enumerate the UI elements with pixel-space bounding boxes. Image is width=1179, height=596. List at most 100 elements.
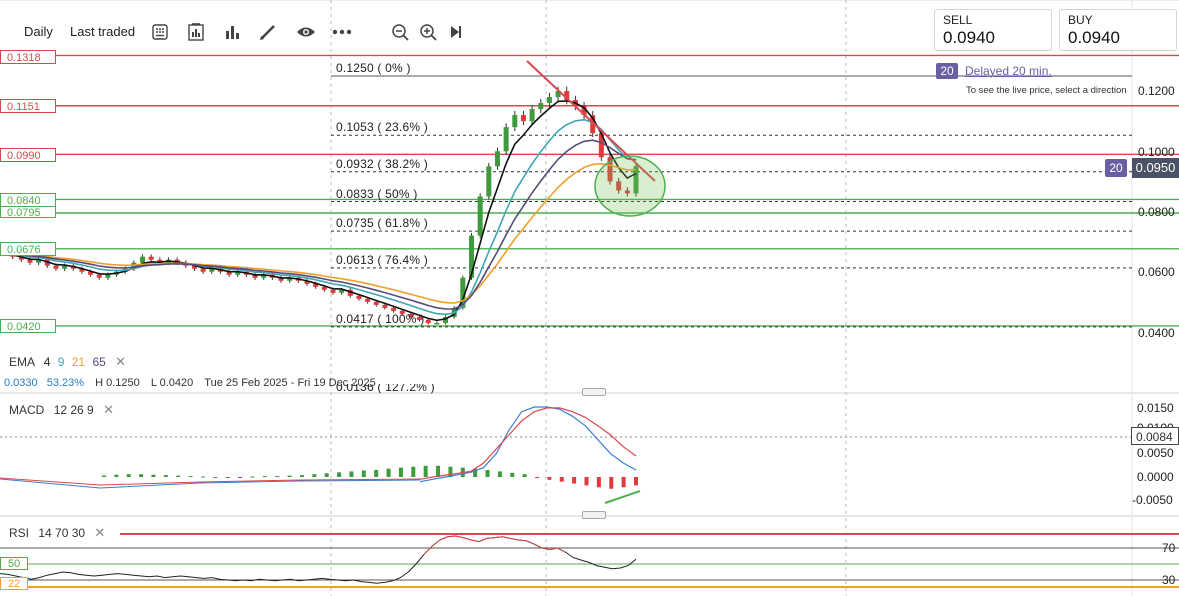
macd-histogram-bar <box>386 468 391 477</box>
candle-body <box>503 127 509 152</box>
candle-body <box>546 97 552 104</box>
buy-price: 0.0940 <box>1068 28 1120 47</box>
macd-histogram-bar <box>510 472 515 477</box>
change-percent: 53.23% <box>46 377 85 389</box>
ema4-line <box>3 100 637 322</box>
pane-resize-handle[interactable] <box>582 388 606 396</box>
macd-histogram-bar <box>225 477 230 478</box>
macd-tick: 0.0050 <box>1137 446 1174 460</box>
macd-histogram-bar <box>151 474 156 477</box>
macd-histogram-bar <box>337 472 342 477</box>
candle-body <box>382 304 388 308</box>
fib-label: 0.1053 ( 23.6% ) <box>336 120 428 134</box>
macd-tick: -0.0050 <box>1132 493 1173 507</box>
candle-body <box>373 301 379 305</box>
delay-text[interactable]: Delayed 20 min. <box>965 64 1052 78</box>
macd-histogram-bar <box>596 477 601 488</box>
macd-histogram-bar <box>299 475 304 477</box>
macd-line-flat <box>0 478 421 489</box>
macd-histogram-bar <box>102 475 106 477</box>
macd-trend-line <box>604 490 641 504</box>
ema21-line <box>3 162 637 304</box>
fib-label: 0.1250 ( 0% ) <box>336 61 411 75</box>
macd-histogram-bar <box>213 477 218 478</box>
pane-resize-handle[interactable] <box>582 511 606 519</box>
candle-body <box>200 268 206 272</box>
price-mode-selector[interactable]: Last traded <box>70 24 135 39</box>
more-icon[interactable] <box>332 22 352 42</box>
macd-histogram-bar <box>238 477 243 478</box>
ema-legend[interactable]: EMA 4 9 21 65 ✕ <box>9 354 126 370</box>
candle-body <box>96 274 102 278</box>
jump-to-latest-icon[interactable] <box>446 22 466 42</box>
macd-histogram-bar <box>547 477 552 480</box>
macd-histogram-bar <box>436 465 441 477</box>
sell-button[interactable]: SELL 0.0940 <box>934 9 1052 51</box>
low-value: L 0.0420 <box>150 377 194 389</box>
macd-histogram-bar <box>349 471 354 477</box>
close-icon[interactable]: ✕ <box>103 402 114 417</box>
rsi-label: RSI <box>9 526 30 540</box>
macd-histogram-bar <box>634 477 638 486</box>
close-icon[interactable]: ✕ <box>94 525 105 540</box>
interval-selector[interactable]: Daily <box>24 24 53 39</box>
level-tag: 0.0840 <box>0 193 56 207</box>
macd-histogram-bar <box>312 474 317 477</box>
level-tag: 0.0420 <box>0 319 56 333</box>
macd-histogram-bar <box>572 477 577 484</box>
candle-body <box>477 196 483 236</box>
price-tick: 0.1200 <box>1138 84 1175 98</box>
report-icon[interactable] <box>186 22 206 42</box>
level-tag: 0.0795 <box>0 206 56 219</box>
bar-chart-icon[interactable] <box>222 22 242 42</box>
macd-histogram-bar <box>139 474 144 477</box>
price-tick: 0.0400 <box>1138 326 1175 340</box>
candle-body <box>425 319 431 323</box>
price-tick: 0.1000 <box>1138 145 1175 159</box>
macd-histogram-bar <box>522 474 527 477</box>
buy-button[interactable]: BUY 0.0940 <box>1059 9 1177 51</box>
eye-icon[interactable] <box>296 22 316 42</box>
candle-body <box>27 259 33 263</box>
macd-histogram-bar <box>361 470 366 477</box>
candle-body <box>486 166 492 197</box>
candle-body <box>520 115 526 122</box>
macd-histogram-bar <box>188 476 193 478</box>
macd-histogram-bar <box>423 465 428 477</box>
ema-label: EMA <box>9 355 35 369</box>
macd-legend[interactable]: MACD 12 26 9 ✕ <box>9 402 114 418</box>
macd-histogram-bar <box>200 476 205 478</box>
sell-price: 0.0940 <box>943 28 995 47</box>
macd-histogram-bar <box>176 475 181 477</box>
live-price-hint: To see the live price, select a directio… <box>966 85 1127 96</box>
close-icon[interactable]: ✕ <box>115 354 126 369</box>
macd-histogram-bar <box>275 476 280 478</box>
candle-body <box>512 115 518 128</box>
macd-histogram-bar <box>535 477 540 478</box>
candle-body <box>538 103 544 110</box>
candle-body <box>391 307 397 311</box>
high-value: H 0.1250 <box>95 377 140 389</box>
rsi-params: 14 70 30 <box>38 526 86 540</box>
fib-label: 0.0613 ( 76.4% ) <box>336 253 428 267</box>
macd-histogram-bar <box>609 477 614 489</box>
rsi-tick: 70 <box>1162 541 1176 555</box>
macd-histogram-bar <box>287 475 292 477</box>
macd-histogram-bar <box>485 470 490 477</box>
calculator-icon[interactable] <box>150 22 170 42</box>
buy-label: BUY <box>1068 13 1093 27</box>
macd-params: 12 26 9 <box>53 403 94 417</box>
zoom-out-icon[interactable] <box>390 22 410 42</box>
zoom-in-icon[interactable] <box>418 22 438 42</box>
candle-body <box>365 298 371 302</box>
level-tag: 0.0676 <box>0 242 56 256</box>
macd-histogram-bar <box>324 473 329 477</box>
macd-histogram-bar <box>559 477 564 482</box>
pencil-icon[interactable] <box>258 22 278 42</box>
macd-histogram-bar <box>411 466 416 477</box>
signal-line-flat <box>0 477 421 486</box>
level-tag: 0.1318 <box>0 50 56 64</box>
change-value: 0.0330 <box>4 377 38 389</box>
delay-badge: 20 <box>936 63 958 79</box>
rsi-legend[interactable]: RSI 14 70 30 ✕ <box>9 525 105 541</box>
